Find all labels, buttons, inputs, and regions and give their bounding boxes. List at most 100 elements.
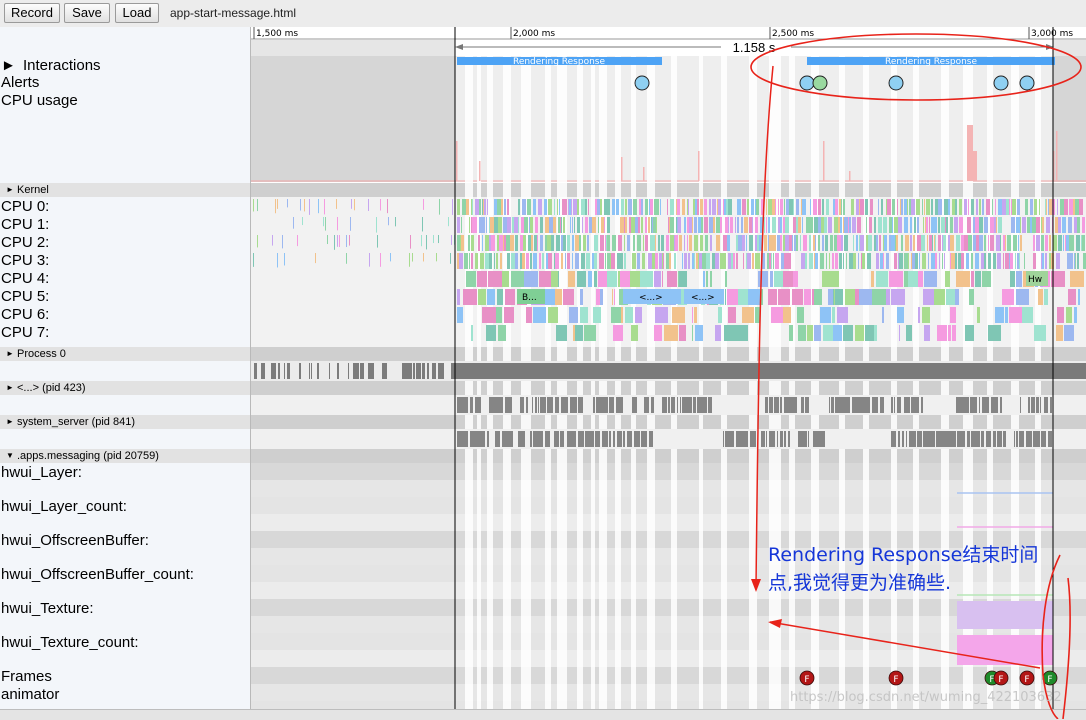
cpu-slice	[789, 325, 793, 341]
cpu-slice	[724, 199, 726, 215]
cpu-slice	[692, 217, 693, 233]
cpu-slice	[720, 253, 722, 269]
cpu-slice	[695, 199, 697, 215]
cpu-slice	[1079, 199, 1083, 215]
cpu-slice	[919, 253, 920, 269]
thread-activity-bar	[976, 397, 977, 413]
record-button[interactable]: Record	[4, 3, 60, 23]
cpu-slice	[833, 199, 835, 215]
thread-activity-bar	[868, 397, 870, 413]
cpu-slice	[942, 253, 943, 269]
thread-activity-bar	[261, 363, 265, 379]
process0-track-header[interactable]: ► Process 0	[0, 347, 250, 361]
cpu-slice	[701, 217, 703, 233]
cpu-slice	[872, 289, 886, 305]
cpu-slice	[625, 217, 627, 233]
interactions-expand-icon[interactable]: ►	[1, 57, 16, 74]
cpu-slice	[257, 199, 258, 212]
cpu-slice	[964, 199, 967, 215]
cpu-slice	[642, 253, 645, 269]
thread-activity-bar	[1028, 397, 1030, 413]
cpu-slice	[969, 289, 974, 305]
cpu-slice	[783, 271, 793, 287]
cpu-slice	[736, 235, 738, 251]
cpu-slice	[937, 325, 947, 341]
cpu-slice	[889, 235, 891, 251]
thread-activity-bar	[957, 431, 960, 447]
cpu-slice	[723, 199, 724, 215]
thread-activity-bar	[780, 431, 781, 447]
cpu-slice	[1002, 289, 1014, 305]
cpu-slice	[910, 217, 912, 233]
cpu-slice	[712, 199, 716, 215]
cpu-slice	[837, 199, 838, 215]
cpu-slice	[812, 289, 814, 305]
cpu-slice	[826, 199, 829, 215]
cpu-slice	[990, 235, 994, 251]
cpu-slice	[423, 253, 424, 262]
cpu-usage-spike	[849, 171, 851, 181]
cpu-slice	[826, 253, 827, 269]
thread-activity-bar	[948, 431, 951, 447]
process423-header-band	[251, 381, 1086, 395]
thread-activity-bar	[1044, 431, 1046, 447]
cpu-slice	[768, 199, 772, 215]
cpu-slice	[747, 199, 749, 215]
thread-activity-bar	[560, 431, 562, 447]
cpu-slice	[464, 253, 468, 269]
cpu-slice	[530, 217, 531, 233]
thread-activity-bar	[801, 397, 804, 413]
thread-activity-bar	[636, 431, 640, 447]
cpu-slice	[950, 235, 954, 251]
save-button[interactable]: Save	[64, 3, 110, 23]
cpu-slice	[475, 253, 478, 269]
cpu-slice	[1016, 217, 1020, 233]
cpu-slice	[894, 253, 897, 269]
messaging-track-header[interactable]: ▼ .apps.messaging (pid 20759)	[0, 449, 250, 463]
cpu-slice	[672, 307, 685, 323]
thread-activity-bar	[519, 431, 525, 447]
cpu-slice	[546, 253, 548, 269]
cpu-slice	[857, 217, 861, 233]
kernel-header-band	[251, 183, 1086, 197]
cpu-slice	[612, 235, 616, 251]
cpu-slice	[814, 217, 818, 233]
cpu-slice	[1016, 289, 1029, 305]
cpu-slice	[773, 235, 776, 251]
cpu-slice	[569, 307, 578, 323]
cpu-slice	[793, 271, 798, 287]
cpu-slice	[640, 271, 653, 287]
cpu-slice	[471, 235, 474, 251]
cpu-slice	[982, 271, 991, 287]
cpu-slice	[710, 235, 712, 251]
cpu-slice	[521, 217, 524, 233]
cpu-slice	[539, 253, 541, 269]
cpu-slice	[1012, 199, 1016, 215]
cpu-slice	[641, 199, 643, 215]
cpu-slice	[932, 253, 935, 269]
cpu-slice	[764, 235, 767, 251]
cpu-slice	[1056, 253, 1060, 269]
cpu-slice	[339, 235, 340, 247]
cpu-slice	[368, 199, 369, 211]
cpu-slice	[676, 199, 677, 215]
cpu-slice	[682, 199, 685, 215]
cpu-slice	[678, 271, 679, 287]
cpu-slice	[982, 199, 984, 215]
cpu-slice	[809, 253, 813, 269]
process423-track-title: <...> (pid 423)	[17, 382, 86, 394]
kernel-track-header[interactable]: ► Kernel	[0, 183, 250, 197]
system-server-track-header[interactable]: ► system_server (pid 841)	[0, 415, 250, 429]
horizontal-scrollbar[interactable]	[0, 709, 1086, 720]
thread-activity-bar	[942, 431, 948, 447]
cpu-slice	[387, 199, 388, 214]
timeline-canvas[interactable]: Rendering Response Rendering Response 1,…	[251, 27, 1086, 709]
process423-track-header[interactable]: ► <...> (pid 423)	[0, 381, 250, 395]
thread-activity-bar	[502, 431, 507, 447]
cpu-slice	[1073, 199, 1075, 215]
cpu-slice	[1005, 199, 1006, 215]
cpu-slice	[818, 199, 821, 215]
gap-stripe	[941, 56, 949, 709]
cpu-slice	[488, 271, 502, 287]
load-button[interactable]: Load	[115, 3, 159, 23]
